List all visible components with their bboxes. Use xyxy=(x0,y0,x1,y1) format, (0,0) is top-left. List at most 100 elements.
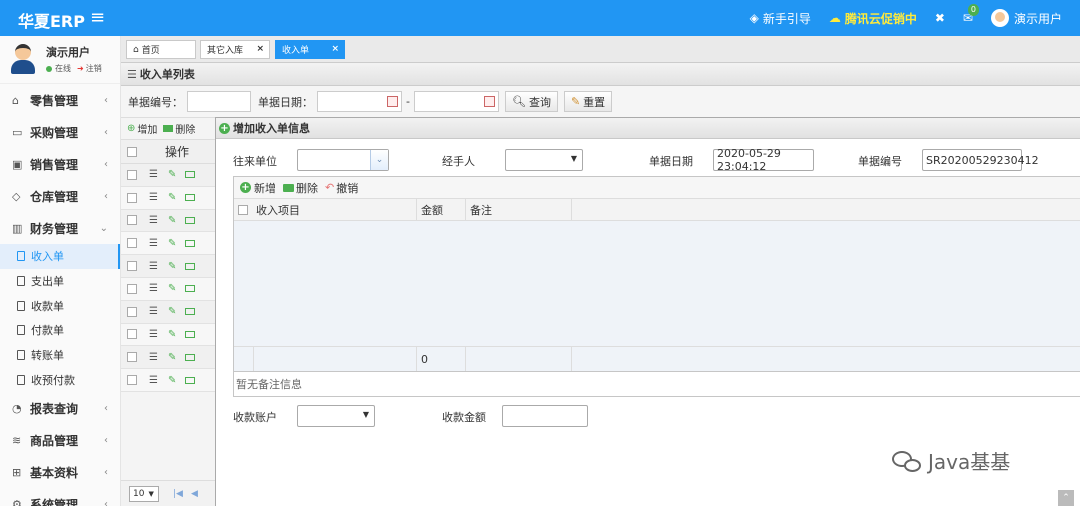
sidebar-item-products[interactable]: ≋ 商品管理 ‹ xyxy=(0,424,120,456)
edit-icon[interactable]: ✎ xyxy=(168,238,176,249)
sidebar-sub-expense[interactable]: 支出单 xyxy=(0,269,120,294)
table-row[interactable]: ☰ ✎ xyxy=(121,277,215,301)
delete-icon[interactable] xyxy=(185,171,196,179)
table-row[interactable]: ☰ ✎ xyxy=(121,209,215,233)
reset-button[interactable]: ✎ 重置 xyxy=(563,91,613,112)
edit-icon[interactable]: ✎ xyxy=(168,283,176,294)
prev-page-icon[interactable]: ◀ xyxy=(191,489,198,499)
list-icon[interactable]: ☰ xyxy=(149,238,158,249)
sidebar-item-warehouse[interactable]: ◇ 仓库管理 ‹ xyxy=(0,180,120,212)
select-all-checkbox[interactable] xyxy=(238,204,248,215)
sidebar-sub-income[interactable]: 收入单 xyxy=(0,244,120,269)
table-row[interactable]: ☰ ✎ xyxy=(121,346,215,370)
sidebar-sub-payment[interactable]: 付款单 xyxy=(0,318,120,343)
list-icon[interactable]: ☰ xyxy=(149,352,158,363)
row-checkbox[interactable] xyxy=(127,238,137,249)
page-size-select[interactable]: 10 ▼ xyxy=(129,485,159,502)
date-end-input[interactable] xyxy=(413,91,499,112)
scroll-top-icon[interactable]: ⌃ xyxy=(1058,490,1074,506)
sidebar-item-basic[interactable]: ⊞ 基本资料 ‹ xyxy=(0,456,120,488)
user-menu[interactable]: 演示用户 xyxy=(990,9,1062,27)
logout-link[interactable]: 注销 xyxy=(86,63,102,74)
edit-icon[interactable]: ✎ xyxy=(168,329,176,340)
brand-logo[interactable]: 华夏ERP xyxy=(18,8,85,32)
first-page-icon[interactable]: |◀ xyxy=(173,489,183,499)
list-icon[interactable]: ☰ xyxy=(149,169,158,180)
edit-icon[interactable]: ✎ xyxy=(168,169,176,180)
delete-icon[interactable] xyxy=(185,376,196,384)
query-button[interactable]: 🔍︎ 查询 xyxy=(504,91,558,112)
delete-icon[interactable] xyxy=(185,308,196,316)
remark-input[interactable]: 暂无备注信息 xyxy=(233,372,1080,397)
amount-input[interactable] xyxy=(502,405,588,427)
edit-icon[interactable]: ✎ xyxy=(168,261,176,272)
add-button[interactable]: 增加 xyxy=(137,121,157,136)
sidebar-item-purchase[interactable]: ▭ 采购管理 ‹ xyxy=(0,116,120,148)
row-checkbox[interactable] xyxy=(127,306,137,317)
delete-icon[interactable] xyxy=(185,239,196,247)
close-icon[interactable]: × xyxy=(256,44,264,54)
list-icon[interactable]: ☰ xyxy=(149,306,158,317)
row-checkbox[interactable] xyxy=(127,352,137,363)
delete-icon[interactable] xyxy=(185,285,196,293)
table-row[interactable]: ☰ ✎ xyxy=(121,300,215,324)
edit-icon[interactable]: ✎ xyxy=(168,352,176,363)
row-checkbox[interactable] xyxy=(127,375,137,386)
chevron-down-icon[interactable]: ⌄ xyxy=(370,150,388,170)
tab-home[interactable]: ⌂ 首页 xyxy=(126,40,196,59)
sidebar-sub-receipt[interactable]: 收款单 xyxy=(0,293,120,318)
detail-body[interactable] xyxy=(234,221,1080,347)
sidebar-sub-transfer[interactable]: 转账单 xyxy=(0,343,120,368)
table-row[interactable]: ☰ ✎ xyxy=(121,232,215,256)
calendar-icon[interactable] xyxy=(387,96,398,107)
delete-icon[interactable] xyxy=(185,262,196,270)
promo-link[interactable]: ☁ 腾讯云促销中 xyxy=(829,10,917,27)
date-start-input[interactable] xyxy=(317,91,402,112)
row-checkbox[interactable] xyxy=(127,261,137,272)
list-icon[interactable]: ☰ xyxy=(149,192,158,203)
row-checkbox[interactable] xyxy=(127,192,137,203)
handler-select[interactable]: ▼ xyxy=(505,149,583,171)
calendar-icon[interactable] xyxy=(483,96,495,107)
new-row-button[interactable]: + 新增 xyxy=(240,180,276,196)
edit-icon[interactable]: ✎ xyxy=(168,306,176,317)
mail-icon[interactable]: ✉ 0 xyxy=(963,4,979,25)
table-row[interactable]: ☰ ✎ xyxy=(121,164,215,187)
edit-icon[interactable]: ✎ xyxy=(168,192,176,203)
menu-toggle-icon[interactable]: ≡ xyxy=(90,7,105,28)
row-checkbox[interactable] xyxy=(127,329,137,340)
list-icon[interactable]: ☰ xyxy=(149,283,158,294)
doc-no-input[interactable] xyxy=(187,91,251,112)
doc-date-input[interactable]: 2020-05-29 23:04:12 xyxy=(713,147,814,173)
row-checkbox[interactable] xyxy=(127,283,137,294)
guide-link[interactable]: ◈ 新手引导 xyxy=(750,10,811,27)
undo-button[interactable]: ↶ 撤销 xyxy=(325,180,358,196)
table-row[interactable]: ☰ ✎ xyxy=(121,186,215,210)
delete-icon[interactable] xyxy=(185,194,196,202)
doc-no-field[interactable]: SR20200529230412 xyxy=(922,149,1039,171)
tab-income[interactable]: 收入单 × xyxy=(275,40,345,59)
list-icon[interactable]: ☰ xyxy=(149,261,158,272)
sidebar-sub-advance[interactable]: 收预付款 xyxy=(0,367,120,392)
close-icon[interactable]: × xyxy=(331,44,339,54)
list-icon[interactable]: ☰ xyxy=(149,215,158,226)
fullscreen-icon[interactable]: ✖ xyxy=(935,11,945,25)
edit-icon[interactable]: ✎ xyxy=(168,375,176,386)
sidebar-item-retail[interactable]: ⌂ 零售管理 ‹ xyxy=(0,84,120,116)
delete-button[interactable]: 删除 xyxy=(175,121,195,136)
sidebar-item-finance[interactable]: ▥ 财务管理 ⌄ xyxy=(0,212,120,244)
delete-icon[interactable] xyxy=(185,353,196,361)
select-all-checkbox[interactable] xyxy=(127,146,137,157)
table-row[interactable]: ☰ ✎ xyxy=(121,323,215,347)
row-checkbox[interactable] xyxy=(127,169,137,180)
table-row[interactable]: ☰ ✎ xyxy=(121,255,215,278)
delete-row-button[interactable]: 删除 xyxy=(283,180,318,196)
logout-icon[interactable]: ➜ xyxy=(77,64,84,73)
sidebar-item-system[interactable]: ⚙ 系统管理 ‹ xyxy=(0,488,120,506)
row-checkbox[interactable] xyxy=(127,215,137,226)
tab-other-in[interactable]: 其它入库 × xyxy=(200,40,270,59)
list-icon[interactable]: ☰ xyxy=(149,329,158,340)
list-icon[interactable]: ☰ xyxy=(149,375,158,386)
table-row[interactable]: ☰ ✎ xyxy=(121,369,215,392)
edit-icon[interactable]: ✎ xyxy=(168,215,176,226)
